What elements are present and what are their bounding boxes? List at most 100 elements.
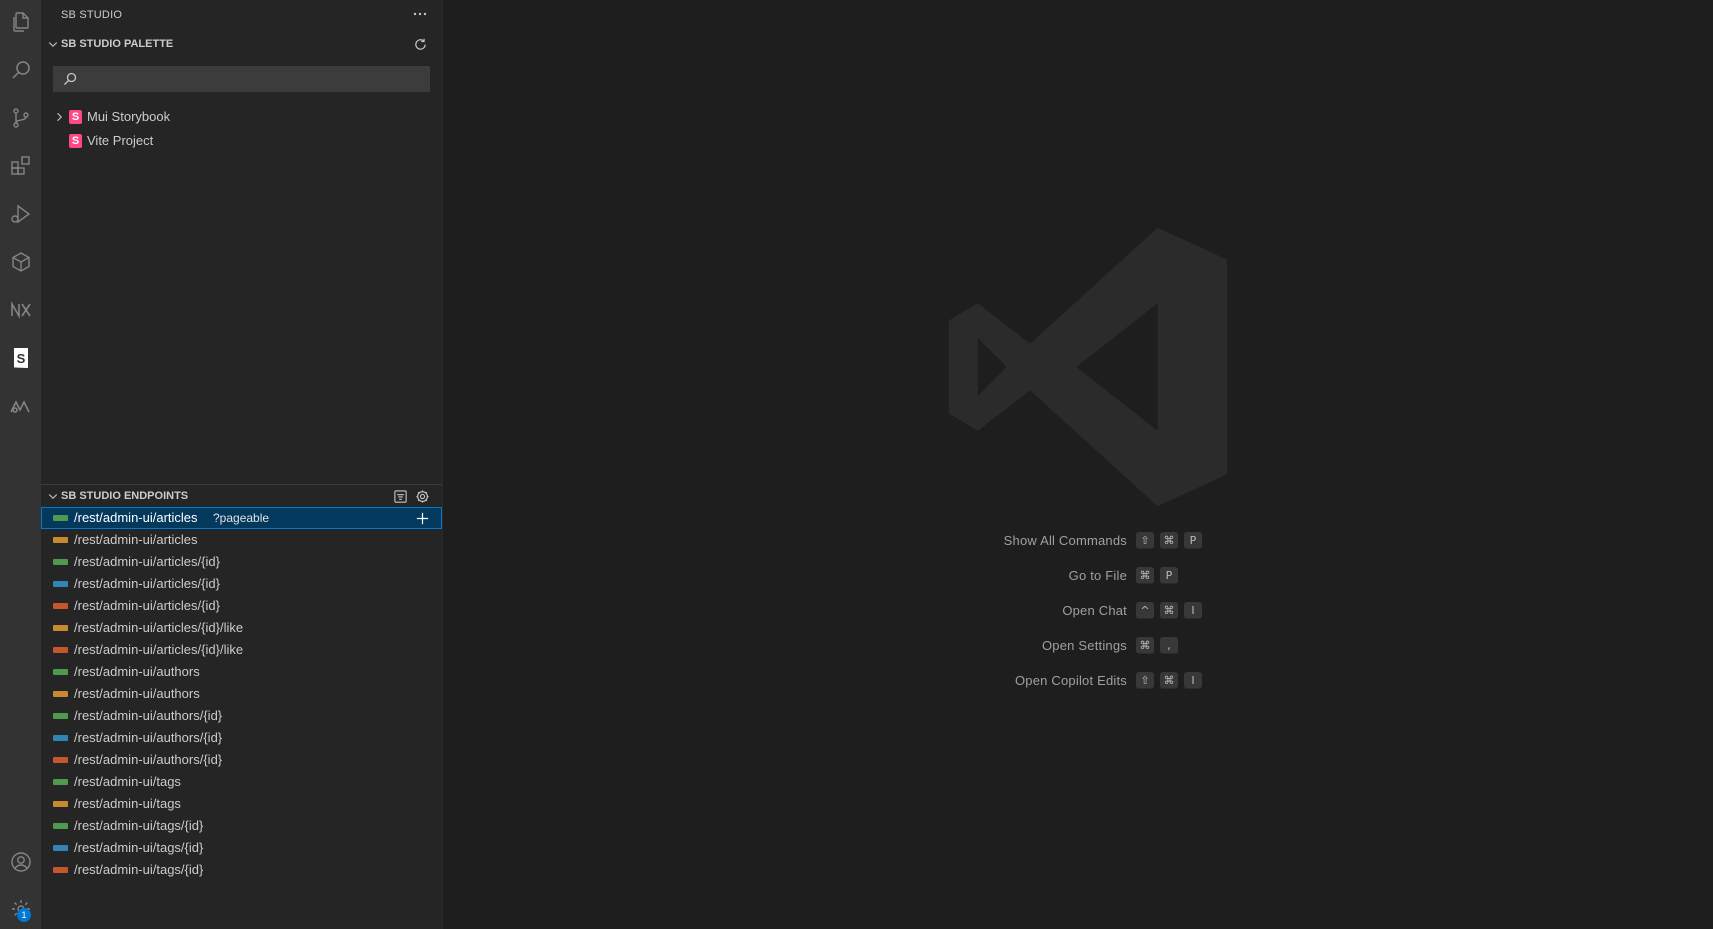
endpoint-path: /rest/admin-ui/tags bbox=[74, 774, 181, 789]
vscode-logo-watermark-icon bbox=[948, 227, 1228, 507]
endpoint-path: /rest/admin-ui/tags bbox=[74, 796, 181, 811]
search-icon bbox=[62, 71, 78, 87]
keycap: ⌘ bbox=[1160, 602, 1178, 619]
endpoint-row[interactable]: /rest/admin-ui/tags/{id} bbox=[41, 859, 442, 881]
http-method-tag-icon bbox=[53, 735, 68, 741]
shortcut-label: Open Settings bbox=[1042, 638, 1127, 653]
keybinding: ⇧ ⌘ I bbox=[1136, 672, 1202, 689]
tree-item-label: Vite Project bbox=[87, 133, 154, 148]
palette-search[interactable] bbox=[53, 66, 430, 94]
http-method-tag-icon bbox=[53, 845, 68, 851]
endpoint-row[interactable]: /rest/admin-ui/articles/{id} bbox=[41, 595, 442, 617]
http-method-tag-icon bbox=[53, 713, 68, 719]
shortcut-row[interactable]: Open Settings ⌘, bbox=[883, 635, 1383, 657]
endpoint-row[interactable]: /rest/admin-ui/authors/{id} bbox=[41, 727, 442, 749]
editor-area: Show All Commands ⇧ ⌘ P Go to File ⌘ P Open Cha… bbox=[443, 0, 1713, 929]
keybinding: ^ ⌘ I bbox=[1136, 602, 1202, 619]
shortcut-row[interactable]: Go to File ⌘ P bbox=[883, 565, 1383, 587]
endpoint-path: /rest/admin-ui/authors bbox=[74, 664, 200, 679]
search-icon[interactable] bbox=[0, 50, 41, 90]
endpoint-path: /rest/admin-ui/articles/{id}/like bbox=[74, 620, 244, 635]
keycap: ^ bbox=[1136, 602, 1154, 619]
endpoint-path: /rest/admin-ui/tags/{id} bbox=[74, 862, 204, 877]
http-method-tag-icon bbox=[53, 691, 68, 697]
run-debug-icon[interactable] bbox=[0, 194, 41, 234]
endpoint-path: /rest/admin-ui/authors/{id} bbox=[74, 730, 223, 745]
keycap: ⌘ bbox=[1160, 532, 1178, 549]
chevron-right-icon[interactable] bbox=[51, 109, 67, 125]
more-actions-icon[interactable] bbox=[412, 6, 428, 22]
keycap: ⌘ bbox=[1136, 637, 1154, 654]
settings-gear-icon[interactable] bbox=[414, 488, 430, 504]
endpoint-path: /rest/admin-ui/articles/{id} bbox=[74, 554, 220, 569]
manage-gear-icon[interactable]: 1 bbox=[0, 889, 41, 929]
activity-bar: S 1 bbox=[0, 0, 42, 929]
http-method-tag-icon bbox=[53, 867, 68, 873]
endpoint-path: /rest/admin-ui/articles bbox=[74, 532, 198, 547]
endpoint-row[interactable]: /rest/admin-ui/articles/{id} bbox=[41, 551, 442, 573]
endpoint-path: /rest/admin-ui/tags/{id} bbox=[74, 840, 204, 855]
endpoint-row[interactable]: /rest/admin-ui/tags bbox=[41, 771, 442, 793]
explorer-icon[interactable] bbox=[0, 2, 41, 42]
endpoint-query-param: ?pageable bbox=[213, 511, 270, 525]
keycap: I bbox=[1184, 672, 1202, 689]
shortcut-row[interactable]: Open Copilot Edits ⇧ ⌘ I bbox=[883, 670, 1383, 692]
keybinding: ⇧ ⌘ P bbox=[1136, 532, 1202, 549]
add-icon[interactable] bbox=[414, 510, 430, 526]
shortcut-label: Show All Commands bbox=[1003, 533, 1127, 548]
endpoints-section-header[interactable]: SB STUDIO ENDPOINTS bbox=[41, 485, 442, 507]
endpoint-row[interactable]: /rest/admin-ui/tags/{id} bbox=[41, 837, 442, 859]
keycap: I bbox=[1184, 602, 1202, 619]
palette-search-input[interactable] bbox=[81, 66, 425, 94]
http-method-tag-icon bbox=[53, 757, 68, 763]
http-method-tag-icon bbox=[53, 669, 68, 675]
tree-item-label: Mui Storybook bbox=[87, 109, 171, 124]
mui-icon[interactable] bbox=[0, 386, 41, 426]
refresh-icon[interactable] bbox=[412, 36, 428, 52]
endpoint-row[interactable]: /rest/admin-ui/articles/{id}/like bbox=[41, 639, 442, 661]
endpoint-row[interactable]: /rest/admin-ui/authors bbox=[41, 683, 442, 705]
tree-item-mui-storybook[interactable]: S Mui Storybook bbox=[41, 106, 442, 128]
chevron-down-icon bbox=[45, 488, 61, 504]
endpoint-row[interactable]: /rest/admin-ui/authors bbox=[41, 661, 442, 683]
http-method-tag-icon bbox=[53, 603, 68, 609]
http-method-tag-icon bbox=[53, 515, 68, 521]
endpoint-row[interactable]: /rest/admin-ui/articles/{id}/like bbox=[41, 617, 442, 639]
endpoint-path: /rest/admin-ui/tags/{id} bbox=[74, 818, 204, 833]
http-method-tag-icon bbox=[53, 559, 68, 565]
tree-item-vite-project[interactable]: S Vite Project bbox=[41, 130, 442, 152]
source-control-icon[interactable] bbox=[0, 98, 41, 138]
keycap: ⌘ bbox=[1160, 672, 1178, 689]
endpoint-row[interactable]: /rest/admin-ui/articles bbox=[41, 529, 442, 551]
keycap: ⇧ bbox=[1136, 532, 1154, 549]
shortcut-row[interactable]: Show All Commands ⇧ ⌘ P bbox=[883, 530, 1383, 552]
sidebar: SB STUDIO SB STUDIO PALETTE S Mui Storyb… bbox=[41, 0, 443, 929]
keycap: ⇧ bbox=[1136, 672, 1154, 689]
endpoint-row[interactable]: /rest/admin-ui/authors/{id} bbox=[41, 705, 442, 727]
keycap: ⌘ bbox=[1136, 567, 1154, 584]
shortcut-row[interactable]: Open Chat ^ ⌘ I bbox=[883, 600, 1383, 622]
filter-endpoints-icon[interactable] bbox=[392, 488, 408, 504]
endpoint-path: /rest/admin-ui/authors/{id} bbox=[74, 752, 223, 767]
http-method-tag-icon bbox=[53, 625, 68, 631]
palette-section-header[interactable]: SB STUDIO PALETTE bbox=[41, 33, 442, 55]
package-icon[interactable] bbox=[0, 242, 41, 282]
endpoint-row[interactable]: /rest/admin-ui/tags/{id} bbox=[41, 815, 442, 837]
shortcut-label: Open Chat bbox=[1062, 603, 1127, 618]
endpoint-row[interactable]: /rest/admin-ui/authors/{id} bbox=[41, 749, 442, 771]
nx-icon[interactable] bbox=[0, 290, 41, 330]
account-icon[interactable] bbox=[0, 842, 41, 882]
endpoint-row[interactable]: /rest/admin-ui/articles ?pageable bbox=[41, 507, 442, 529]
notification-badge: 1 bbox=[17, 908, 31, 922]
endpoints-section-title: SB STUDIO ENDPOINTS bbox=[61, 490, 189, 502]
storybook-icon[interactable]: S bbox=[0, 338, 41, 378]
keycap: P bbox=[1184, 532, 1202, 549]
endpoint-path: /rest/admin-ui/articles bbox=[74, 510, 198, 525]
palette-section-title: SB STUDIO PALETTE bbox=[61, 38, 174, 50]
keybinding: ⌘ P bbox=[1136, 567, 1178, 584]
endpoint-path: /rest/admin-ui/articles/{id}/like bbox=[74, 642, 244, 657]
endpoint-row[interactable]: /rest/admin-ui/articles/{id} bbox=[41, 573, 442, 595]
endpoint-row[interactable]: /rest/admin-ui/tags bbox=[41, 793, 442, 815]
extensions-icon[interactable] bbox=[0, 146, 41, 186]
http-method-tag-icon bbox=[53, 801, 68, 807]
